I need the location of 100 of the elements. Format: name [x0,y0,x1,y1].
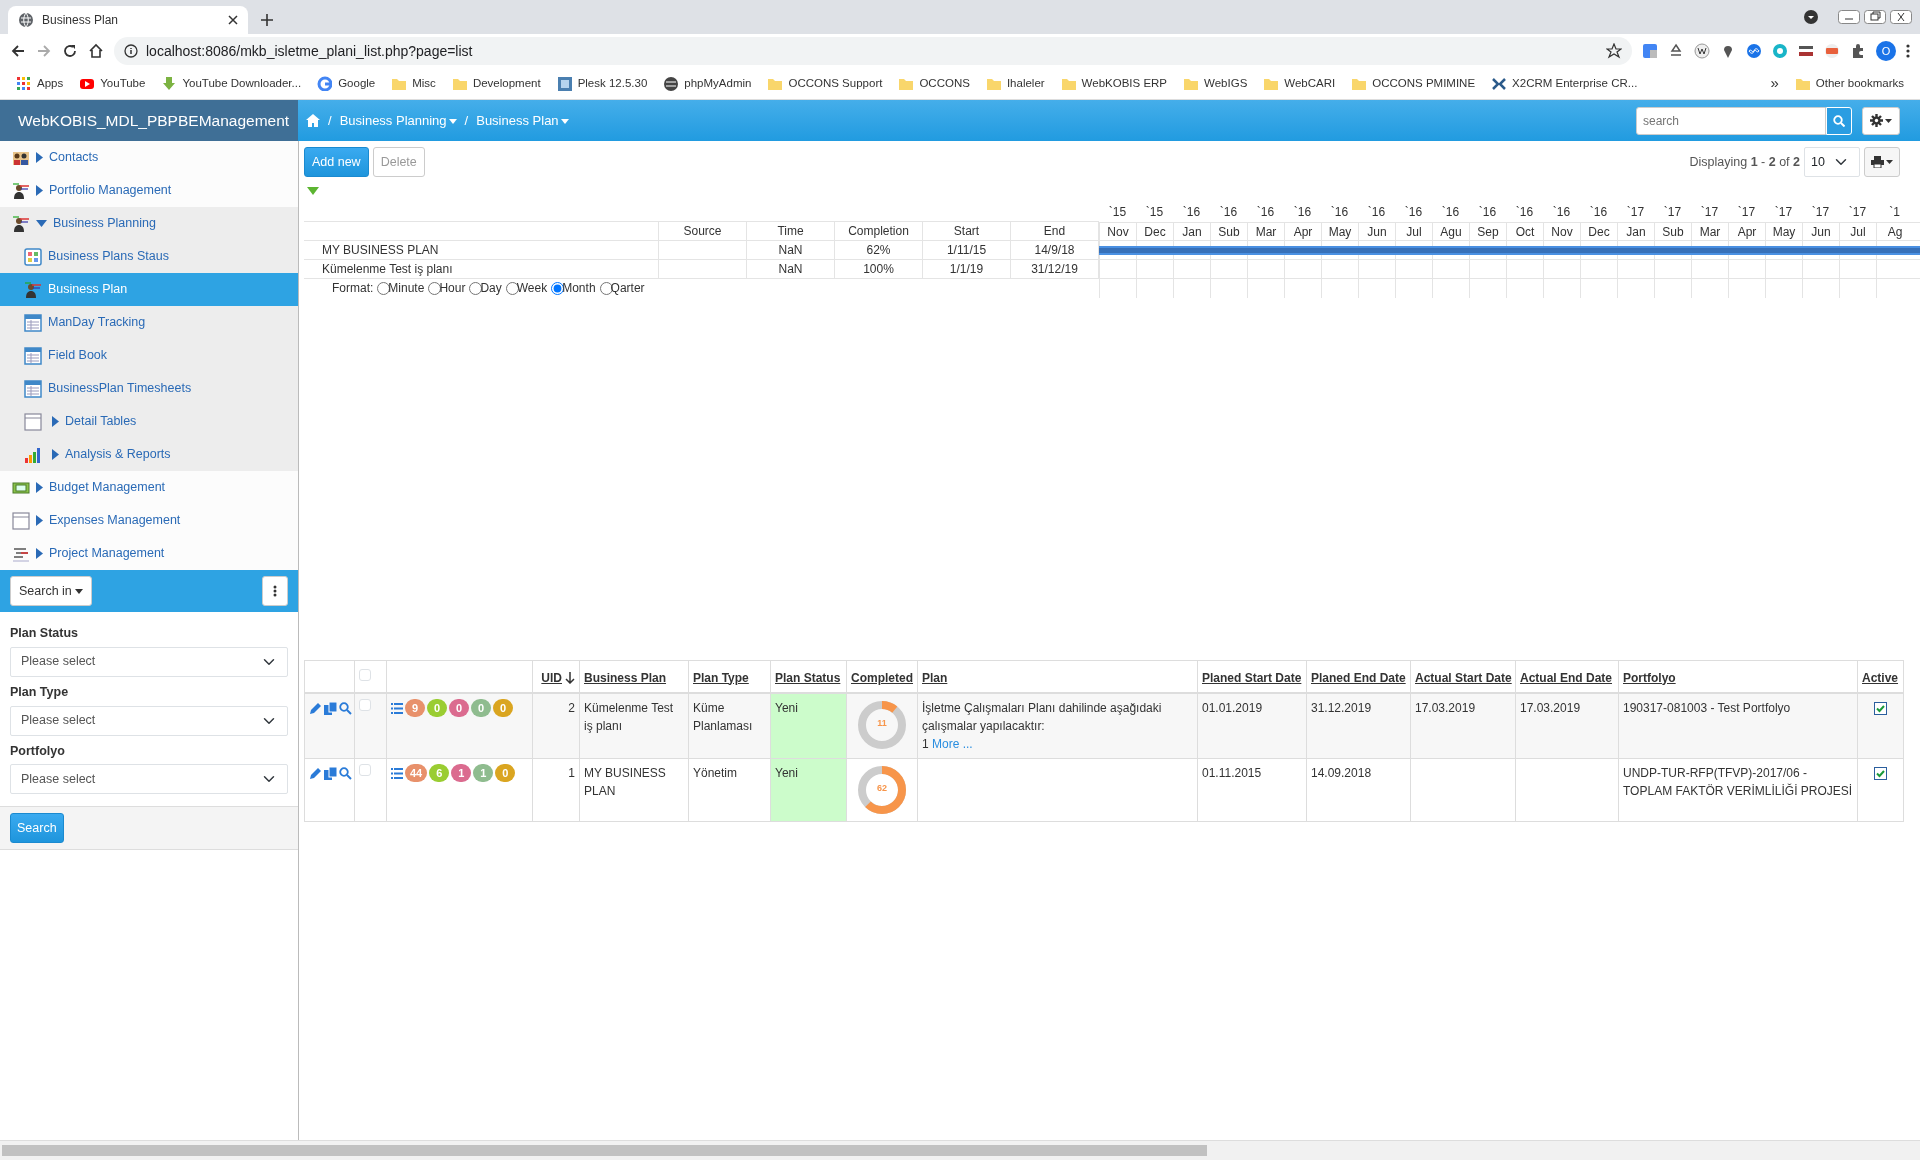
bookmark[interactable]: Ihaleler [977,72,1053,95]
copy-icon[interactable] [324,701,337,715]
radio-button[interactable] [469,281,483,295]
close-icon[interactable] [1890,10,1912,24]
bookmark[interactable]: Plesk 12.5.30 [548,72,656,95]
more-bookmarks-button[interactable]: » [1762,70,1787,97]
caret-down-icon[interactable] [36,220,47,227]
filter-select[interactable]: Please select [10,705,288,736]
triangle-icon[interactable] [307,187,319,195]
active-checkbox[interactable] [1874,701,1887,715]
bookmark[interactable]: OCCONS [890,72,978,95]
minimize-icon[interactable] [1838,10,1860,24]
star-icon[interactable] [1606,43,1622,59]
column-header[interactable]: UID [541,670,562,685]
radio-button[interactable] [428,281,442,295]
caret-right-icon[interactable] [36,185,43,196]
caret-right-icon[interactable] [36,152,43,163]
caret-right-icon[interactable] [36,482,43,493]
letter-icon[interactable] [1694,43,1710,59]
active-checkbox[interactable] [1874,766,1887,780]
pencil-icon[interactable] [309,766,322,780]
grid-icon [24,247,42,266]
bookmark[interactable]: OCCONS PMIMINE [1343,72,1484,95]
copy-icon[interactable] [324,766,337,780]
sidebar-item[interactable]: BusinessPlan Timesheets [0,372,298,405]
bookmark[interactable]: YouTube Downloader... [153,72,310,95]
search-in-dropdown[interactable]: Search in [10,576,92,606]
gantt-cell: 62% [835,241,923,259]
print-dropdown[interactable] [1864,147,1900,177]
translate-icon[interactable] [1642,43,1658,59]
person-icon [12,214,30,233]
bookmark[interactable]: WebIGS [1175,72,1256,95]
list-icon[interactable] [391,702,403,714]
bookmark[interactable]: Apps [8,72,72,95]
search-icon[interactable] [339,766,352,780]
back-icon[interactable] [10,43,26,59]
caret-icon [1886,160,1893,164]
radio-button[interactable] [505,281,519,295]
year-label: `16 [1514,204,1535,221]
address-bar[interactable]: localhost:8086/mkb_isletme_plani_list.php?page=list [114,37,1632,65]
caret-right-icon[interactable] [52,416,59,427]
list-icon[interactable] [391,767,403,779]
folder-icon [1351,76,1367,91]
sidebar-item[interactable]: Business Planning [0,207,298,240]
column-header[interactable]: Plan [922,670,948,685]
menu-icon[interactable] [1906,43,1910,59]
year-label: `16 [1181,204,1202,221]
search-icon[interactable] [339,701,352,715]
month-label: Apr [1284,223,1321,240]
close-icon[interactable] [228,15,238,25]
filter-select[interactable]: Please select [10,764,288,795]
record-count: Displaying 1 - 2 of 2 [1689,153,1800,171]
sidebar-item[interactable]: Business Plans Staus [0,240,298,273]
radio-button[interactable] [551,281,565,295]
bookmark[interactable]: Misc [383,72,444,95]
row-checkbox[interactable] [359,698,371,711]
caret-right-icon[interactable] [52,449,59,460]
settings-dropdown[interactable] [1862,106,1900,135]
bookmark[interactable]: Google [309,72,384,95]
gantt-cell: 1/11/15 [923,241,1011,259]
gantt-bar[interactable] [1099,245,1920,255]
infinity-icon[interactable] [1746,43,1762,59]
sidebar-item[interactable]: Analysis & Reports [0,438,298,471]
select-all-checkbox[interactable] [359,668,371,681]
search-icon [1833,114,1845,127]
bookmark[interactable]: YouTube [71,72,154,95]
row-checkbox[interactable] [359,763,371,776]
browser-tab[interactable]: Business Plan [8,6,248,34]
sidebar-item[interactable]: Detail Tables [0,405,298,438]
radio-button[interactable] [377,281,391,295]
radio-button[interactable] [599,281,613,295]
caret-right-icon[interactable] [36,548,43,559]
pencil-icon[interactable] [309,701,322,715]
restore-icon[interactable] [1864,10,1886,24]
bookmark[interactable]: Development [443,72,549,95]
bookmark[interactable]: X2CRM Enterprise CR... [1483,72,1646,95]
page-size-select[interactable]: 10 [1804,147,1860,177]
bookmark[interactable]: phpMyAdmin [655,72,760,95]
sidebar-item[interactable]: ManDay Tracking [0,306,298,339]
bars-icon[interactable] [1798,43,1814,59]
filter-select[interactable]: Please select [10,646,288,677]
sidebar-item[interactable]: Field Book [0,339,298,372]
month-label: Jul [1839,223,1876,240]
home-icon[interactable] [88,43,104,59]
bookmark[interactable]: OCCONS Support [759,72,891,95]
caret-right-icon[interactable] [36,515,43,526]
scrollbar[interactable] [2,1145,1207,1156]
puzzle-icon[interactable] [1850,43,1866,59]
search-field[interactable]: search [1636,106,1826,135]
bookmark[interactable]: WebKOBIS ERP [1052,72,1176,95]
column-header[interactable]: Portfolyo [1623,670,1676,685]
profile-avatar[interactable]: O [1876,41,1896,61]
bookmark[interactable]: Other bookmarks [1786,72,1912,95]
month-label: Dec [1136,223,1173,240]
bookmark[interactable]: WebCARI [1255,72,1344,95]
tag-icon[interactable] [1824,43,1840,59]
reload-icon[interactable] [62,43,78,59]
new-tab-icon[interactable] [260,13,274,27]
dropdown-icon[interactable] [1804,10,1818,24]
search-button[interactable] [1826,106,1852,135]
